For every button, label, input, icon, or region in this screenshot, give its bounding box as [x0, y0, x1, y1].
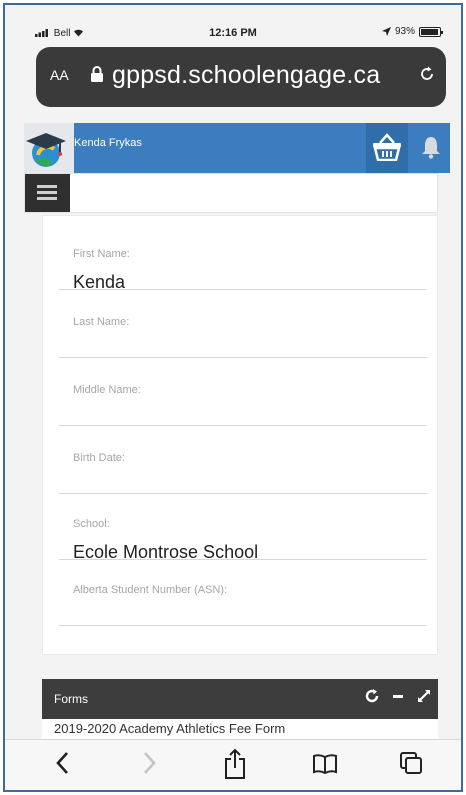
- first-name-value[interactable]: Kenda: [73, 272, 125, 293]
- tabs-icon: [400, 752, 422, 774]
- birth-date-field[interactable]: Birth Date:: [59, 434, 427, 494]
- expand-icon[interactable]: [416, 688, 432, 704]
- school-field[interactable]: School: Ecole Montrose School: [59, 500, 427, 563]
- forms-panel-header: Forms: [42, 679, 438, 719]
- forms-panel-tools: [364, 688, 432, 704]
- student-info-form: First Name: Kenda Last Name: Middle Name…: [42, 215, 438, 655]
- location-icon: [381, 27, 391, 36]
- birth-date-label: Birth Date:: [73, 452, 125, 464]
- phone-screen: Bell 12:16 PM 93% AA gppsd.schoolengage.…: [3, 3, 463, 792]
- notifications-button[interactable]: [412, 123, 450, 173]
- status-bar: Bell 12:16 PM 93%: [5, 5, 461, 49]
- share-button[interactable]: [215, 748, 255, 784]
- last-name-label: Last Name:: [73, 316, 130, 328]
- last-name-field[interactable]: Last Name:: [59, 298, 427, 358]
- school-value[interactable]: Ecole Montrose School: [73, 542, 258, 563]
- middle-name-field[interactable]: Middle Name:: [59, 366, 427, 426]
- hamburger-icon-line: [37, 197, 57, 200]
- share-icon: [225, 748, 245, 779]
- forms-panel-title: Forms: [54, 692, 88, 706]
- user-name[interactable]: Kenda Frykas: [74, 137, 142, 149]
- middle-name-label: Middle Name:: [73, 384, 141, 396]
- battery-icon: [419, 26, 443, 37]
- bell-icon: [422, 137, 440, 159]
- text-size-button[interactable]: AA: [50, 67, 69, 83]
- graduation-cap-logo[interactable]: [24, 125, 70, 169]
- battery-fill: [421, 28, 438, 35]
- basket-button[interactable]: [366, 123, 408, 173]
- hamburger-icon-line: [37, 191, 57, 194]
- hamburger-icon-line: [37, 185, 57, 188]
- refresh-icon[interactable]: [364, 688, 380, 704]
- status-right: 93%: [381, 26, 443, 37]
- back-icon: [56, 752, 68, 774]
- school-label: School:: [73, 518, 110, 530]
- minimize-icon[interactable]: [390, 688, 406, 704]
- menu-row: [24, 173, 438, 213]
- lock-icon: [91, 66, 103, 82]
- asn-label: Alberta Student Number (ASN):: [73, 584, 228, 596]
- first-name-field[interactable]: First Name: Kenda: [59, 230, 427, 293]
- url-text[interactable]: gppsd.schoolengage.ca: [112, 61, 380, 90]
- address-bar[interactable]: AA gppsd.schoolengage.ca: [36, 47, 446, 107]
- battery-percent: 93%: [394, 26, 415, 37]
- back-button[interactable]: [43, 748, 83, 784]
- form-item-title[interactable]: 2019-2020 Academy Athletics Fee Form: [54, 721, 285, 736]
- app-header: Kenda Frykas: [24, 123, 450, 173]
- tabs-button[interactable]: [391, 748, 431, 784]
- basket-icon: [373, 133, 401, 161]
- asn-field[interactable]: Alberta Student Number (ASN):: [59, 566, 427, 626]
- forms-list-item[interactable]: 2019-2020 Academy Athletics Fee Form: [42, 719, 438, 739]
- forward-button[interactable]: [129, 748, 169, 784]
- hamburger-menu-button[interactable]: [25, 174, 70, 212]
- forward-icon: [144, 752, 156, 774]
- browser-toolbar: [5, 739, 461, 790]
- bookmarks-icon: [313, 754, 337, 775]
- bookmarks-button[interactable]: [305, 748, 345, 784]
- first-name-label: First Name:: [73, 248, 130, 260]
- reload-icon[interactable]: [418, 65, 436, 83]
- header-bar: Kenda Frykas: [74, 123, 450, 173]
